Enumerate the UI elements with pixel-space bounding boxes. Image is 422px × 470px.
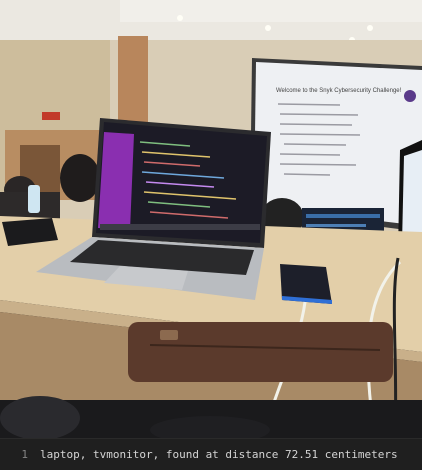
detection-message: laptop, tvmonitor, found at distance 72.… [40, 448, 398, 461]
dock [100, 224, 260, 230]
console-output: 1 laptop, tvmonitor, found at distance 7… [0, 438, 422, 470]
bag-buckle [160, 330, 178, 340]
ceiling-light [177, 15, 183, 21]
line-number: 1 [21, 448, 28, 461]
ceiling-panel [120, 0, 422, 22]
scene: Welcome to the Snyk Cybersecurity Challe… [0, 0, 422, 438]
photo: Welcome to the Snyk Cybersecurity Challe… [0, 0, 422, 438]
slide-heading: Welcome to the Snyk Cybersecurity Challe… [276, 88, 402, 94]
ceiling-light [265, 25, 271, 31]
wood-pillar [118, 36, 148, 126]
person-foreground [0, 396, 80, 438]
person-head [60, 154, 100, 202]
ceiling-light [367, 25, 373, 31]
exit-sign [42, 112, 60, 120]
slide-logo [404, 90, 416, 102]
water-bottle [28, 185, 40, 213]
screen-side-panel [98, 132, 134, 230]
